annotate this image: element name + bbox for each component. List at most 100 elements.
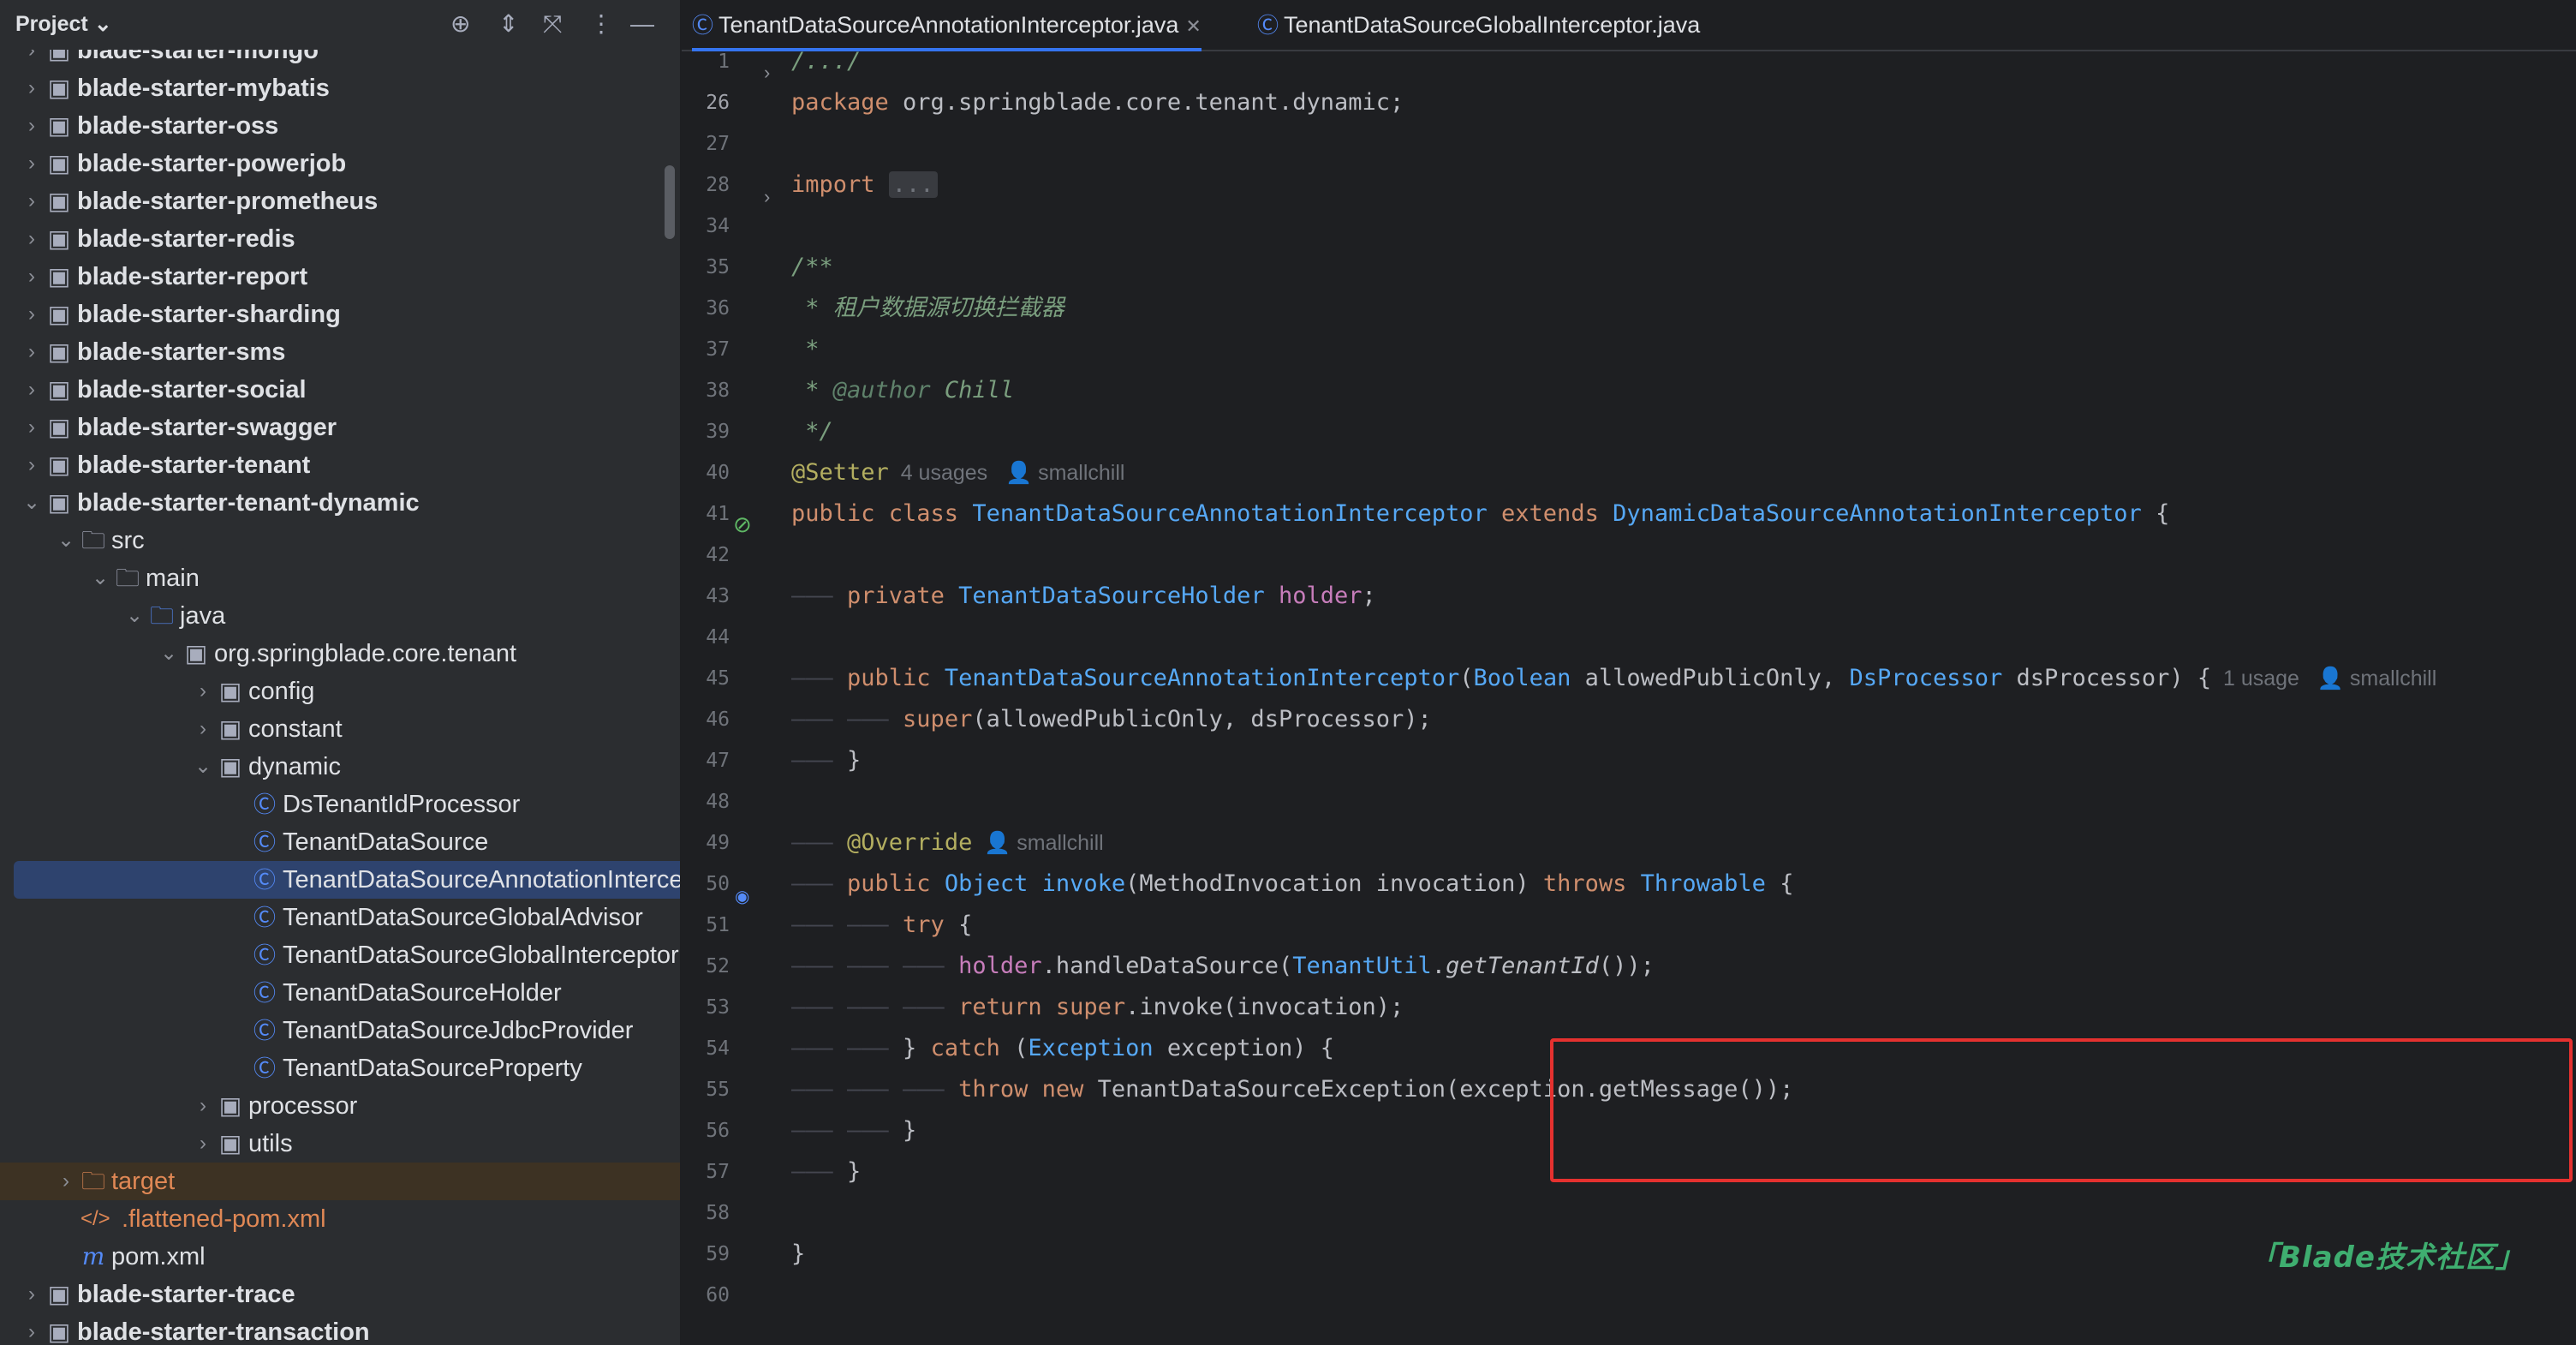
code-token: throws	[1542, 870, 1641, 897]
chevron-right-icon[interactable]: ›	[194, 672, 212, 710]
class-icon: Ⓒ	[1257, 14, 1279, 38]
chevron-down-icon[interactable]: ⌄	[57, 522, 75, 559]
chevron-right-icon[interactable]: ›	[194, 1087, 212, 1125]
chevron-right-icon[interactable]: ›	[22, 296, 41, 333]
tree-item-tenantdatasourceholder[interactable]: Ⓒ TenantDataSourceHolder	[0, 974, 680, 1012]
tree-item-blade-starter-transaction[interactable]: › ▣ blade-starter-transaction	[0, 1313, 680, 1345]
code-token: }	[847, 747, 862, 774]
tree-item-java[interactable]: ⌄ 🗀 java	[0, 597, 680, 635]
code-token: (	[1459, 665, 1474, 691]
code-token: }	[903, 1035, 931, 1061]
tree-item-tenantdatasourceglobaladvisor[interactable]: Ⓒ TenantDataSourceGlobalAdvisor	[0, 899, 680, 936]
close-icon[interactable]: ✕	[1185, 15, 1201, 37]
tree-item-dstenantidprocessor[interactable]: Ⓒ DsTenantIdProcessor	[0, 786, 680, 823]
chevron-down-icon[interactable]: ⌄	[22, 484, 41, 522]
chevron-right-icon[interactable]: ›	[22, 69, 41, 107]
code-token: catch	[930, 1035, 1000, 1061]
tree-item-blade-starter-mybatis[interactable]: › ▣ blade-starter-mybatis	[0, 69, 680, 107]
collapse-all-icon[interactable]: ⤧	[543, 11, 562, 37]
tree-item-flattened-pom-xml[interactable]: </> .flattened-pom.xml	[0, 1200, 680, 1238]
tree-item-blade-starter-redis[interactable]: › ▣ blade-starter-redis	[0, 220, 680, 258]
code-line: ——— }	[791, 740, 861, 781]
tab-annotation-interceptor[interactable]: Ⓒ TenantDataSourceAnnotationInterceptor.j…	[692, 0, 1202, 51]
chevron-down-icon[interactable]: ⌄	[159, 635, 178, 672]
chevron-down-icon[interactable]: ⌄	[125, 597, 144, 635]
inlay-hint[interactable]: 1 usage 👤 smallchill	[2211, 667, 2436, 690]
hide-icon[interactable]: —	[630, 11, 654, 37]
tree-item-utils[interactable]: › ▣ utils	[0, 1125, 680, 1163]
tab-label: TenantDataSourceAnnotationInterceptor.ja…	[719, 12, 1179, 38]
chevron-down-icon[interactable]: ⌄	[91, 559, 110, 597]
tree-scrollbar[interactable]	[665, 165, 675, 239]
tree-item-tenantdatasourcejdbcprovider[interactable]: Ⓒ TenantDataSourceJdbcProvider	[0, 1012, 680, 1049]
chevron-right-icon[interactable]: ›	[57, 1163, 75, 1200]
locate-icon[interactable]: ⊕	[450, 11, 470, 37]
tree-item-processor[interactable]: › ▣ processor	[0, 1087, 680, 1125]
tree-item-label: java	[180, 602, 226, 630]
options-icon[interactable]: ⋮	[589, 11, 613, 37]
tree-item-blade-starter-report[interactable]: › ▣ blade-starter-report	[0, 258, 680, 296]
code-token: ———	[791, 747, 848, 774]
tree-item-label: DsTenantIdProcessor	[283, 791, 521, 818]
tree-item-blade-starter-social[interactable]: › ▣ blade-starter-social	[0, 371, 680, 409]
code-token: {	[944, 912, 973, 938]
watermark: 「Blade技术社区」	[2249, 1240, 2525, 1275]
tree-item-constant[interactable]: › ▣ constant	[0, 710, 680, 748]
chevron-down-icon[interactable]: ⌄	[194, 748, 212, 786]
tree-item-dynamic[interactable]: ⌄ ▣ dynamic	[0, 748, 680, 786]
tree-item-blade-starter-sharding[interactable]: › ▣ blade-starter-sharding	[0, 296, 680, 333]
chevron-right-icon[interactable]: ›	[194, 1125, 212, 1163]
chevron-right-icon[interactable]: ›	[22, 145, 41, 182]
chevron-right-icon[interactable]: ›	[22, 333, 41, 371]
tree-item-blade-starter-swagger[interactable]: › ▣ blade-starter-swagger	[0, 409, 680, 446]
tree-item-blade-starter-tenant[interactable]: › ▣ blade-starter-tenant	[0, 446, 680, 484]
tree-item-label: blade-starter-sharding	[77, 301, 341, 328]
tab-label: TenantDataSourceGlobalInterceptor.java	[1284, 12, 1701, 38]
code-token: ———	[791, 665, 848, 691]
tree-item-tenantdatasourceannotationinterceptor[interactable]: Ⓒ TenantDataSourceAnnotationInterceptor	[14, 861, 680, 899]
tree-item-blade-starter-powerjob[interactable]: › ▣ blade-starter-powerjob	[0, 145, 680, 182]
chevron-right-icon[interactable]: ›	[22, 1276, 41, 1313]
tree-item-src[interactable]: ⌄ 🗀 src	[0, 522, 680, 559]
tree-item-label: TenantDataSourceAnnotationInterceptor	[283, 866, 680, 894]
tab-global-interceptor[interactable]: Ⓒ TenantDataSourceGlobalInterceptor.java	[1257, 0, 1700, 50]
code-token: }	[903, 1117, 917, 1144]
chevron-right-icon[interactable]: ›	[22, 1313, 41, 1345]
tree-item-blade-starter-prometheus[interactable]: › ▣ blade-starter-prometheus	[0, 182, 680, 220]
chevron-right-icon[interactable]: ›	[22, 371, 41, 409]
tree-item-tenantdatasourceproperty[interactable]: Ⓒ TenantDataSourceProperty	[0, 1049, 680, 1087]
tree-item-blade-starter-tenant-dynamic[interactable]: ⌄ ▣ blade-starter-tenant-dynamic	[0, 484, 680, 522]
tree-item-blade-starter-oss[interactable]: › ▣ blade-starter-oss	[0, 107, 680, 145]
tree-item-tenantdatasourceglobalinterceptor[interactable]: Ⓒ TenantDataSourceGlobalInterceptor	[0, 936, 680, 974]
package-icon: ▣	[218, 1130, 242, 1157]
chevron-right-icon[interactable]: ›	[22, 446, 41, 484]
tree-item-label: config	[248, 678, 315, 705]
tree-item-tenantdatasource[interactable]: Ⓒ TenantDataSource	[0, 823, 680, 861]
code-token: Object	[944, 870, 1042, 897]
code-token: (MethodInvocation invocation)	[1125, 870, 1543, 897]
chevron-right-icon[interactable]: ›	[22, 182, 41, 220]
tree-item-label: dynamic	[248, 753, 341, 780]
code-token[interactable]: ...	[888, 171, 938, 198]
expand-all-icon[interactable]: ⇕	[498, 11, 518, 37]
tree-item-main[interactable]: ⌄ 🗀 main	[0, 559, 680, 597]
chevron-right-icon[interactable]: ›	[194, 710, 212, 748]
code-line: ——— ——— ——— return super.invoke(invocati…	[791, 987, 1404, 1028]
tree-item-blade-starter-trace[interactable]: › ▣ blade-starter-trace	[0, 1276, 680, 1313]
tree-item-org-springblade-core-tenant[interactable]: ⌄ ▣ org.springblade.core.tenant	[0, 635, 680, 672]
code-token: /**	[791, 254, 833, 280]
inlay-hint[interactable]: 👤 smallchill	[972, 831, 1103, 855]
project-title[interactable]: Project ⌄	[15, 11, 112, 37]
chevron-right-icon[interactable]: ›	[22, 220, 41, 258]
chevron-right-icon[interactable]: ›	[22, 107, 41, 145]
code-line: ——— ——— ——— holder.handleDataSource(Tena…	[791, 946, 1655, 987]
code-token: ——— ——— ———	[791, 1076, 959, 1103]
tree-item-pom-xml[interactable]: m pom.xml	[0, 1238, 680, 1276]
tree-item-config[interactable]: › ▣ config	[0, 672, 680, 710]
code-line: import ...	[791, 164, 938, 206]
chevron-right-icon[interactable]: ›	[22, 409, 41, 446]
inlay-hint[interactable]: 4 usages 👤 smallchill	[889, 461, 1125, 485]
tree-item-target[interactable]: › 🗀 target	[0, 1163, 680, 1200]
tree-item-blade-starter-sms[interactable]: › ▣ blade-starter-sms	[0, 333, 680, 371]
chevron-right-icon[interactable]: ›	[22, 258, 41, 296]
